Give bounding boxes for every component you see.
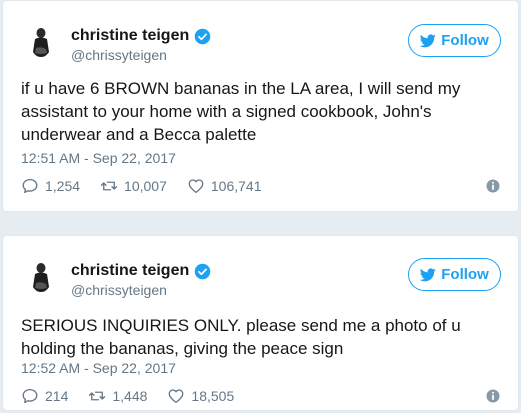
heart-icon — [187, 177, 211, 195]
follow-label: Follow — [441, 32, 489, 49]
like-count: 106,741 — [210, 178, 262, 194]
reply-icon — [21, 387, 45, 405]
reply-button[interactable]: 1,254 — [21, 177, 80, 195]
follow-button[interactable]: Follow — [408, 258, 501, 291]
verified-badge-icon — [194, 28, 211, 45]
avatar[interactable] — [22, 257, 60, 295]
avatar[interactable] — [22, 22, 60, 60]
info-icon[interactable] — [486, 389, 500, 403]
retweet-count: 1,448 — [112, 388, 148, 404]
retweet-count: 10,007 — [124, 178, 167, 194]
tweet-actions: 214 1,448 18,505 — [21, 386, 500, 406]
follow-button[interactable]: Follow — [408, 24, 501, 57]
reply-icon — [21, 177, 45, 195]
like-button[interactable]: 18,505 — [167, 387, 234, 405]
user-handle[interactable]: @chrissyteigen — [71, 282, 167, 298]
retweet-button[interactable]: 1,448 — [88, 387, 147, 405]
retweet-button[interactable]: 10,007 — [100, 177, 167, 195]
reply-button[interactable]: 214 — [21, 387, 68, 405]
tweet-text: SERIOUS INQUIRIES ONLY. please send me a… — [21, 316, 461, 358]
bird-icon — [420, 33, 436, 48]
tweet-card: christine teigen @chrissyteigen Follow i… — [2, 0, 519, 212]
display-name[interactable]: christine teigen — [71, 27, 189, 45]
tweet-card: christine teigen @chrissyteigen Follow S… — [2, 235, 519, 411]
like-count: 18,505 — [191, 388, 235, 404]
retweet-icon — [100, 177, 124, 195]
display-name[interactable]: christine teigen — [71, 262, 189, 280]
tweet-actions: 1,254 10,007 106,741 — [21, 176, 500, 196]
heart-icon — [167, 387, 191, 405]
reply-count: 214 — [45, 388, 69, 404]
user-handle[interactable]: @chrissyteigen — [71, 47, 167, 63]
bird-icon — [420, 267, 436, 282]
follow-label: Follow — [441, 266, 489, 283]
display-name-row[interactable]: christine teigen — [71, 27, 211, 45]
tweet-text: if u have 6 BROWN bananas in the LA area… — [21, 79, 461, 144]
like-button[interactable]: 106,741 — [187, 177, 262, 195]
verified-badge-icon — [194, 263, 211, 280]
reply-count: 1,254 — [45, 178, 81, 194]
info-icon[interactable] — [486, 179, 500, 193]
tweet-timestamp[interactable]: 12:51 AM - Sep 22, 2017 — [21, 150, 176, 166]
tweet-timestamp[interactable]: 12:52 AM - Sep 22, 2017 — [21, 360, 176, 376]
display-name-row[interactable]: christine teigen — [71, 262, 211, 280]
retweet-icon — [88, 387, 112, 405]
